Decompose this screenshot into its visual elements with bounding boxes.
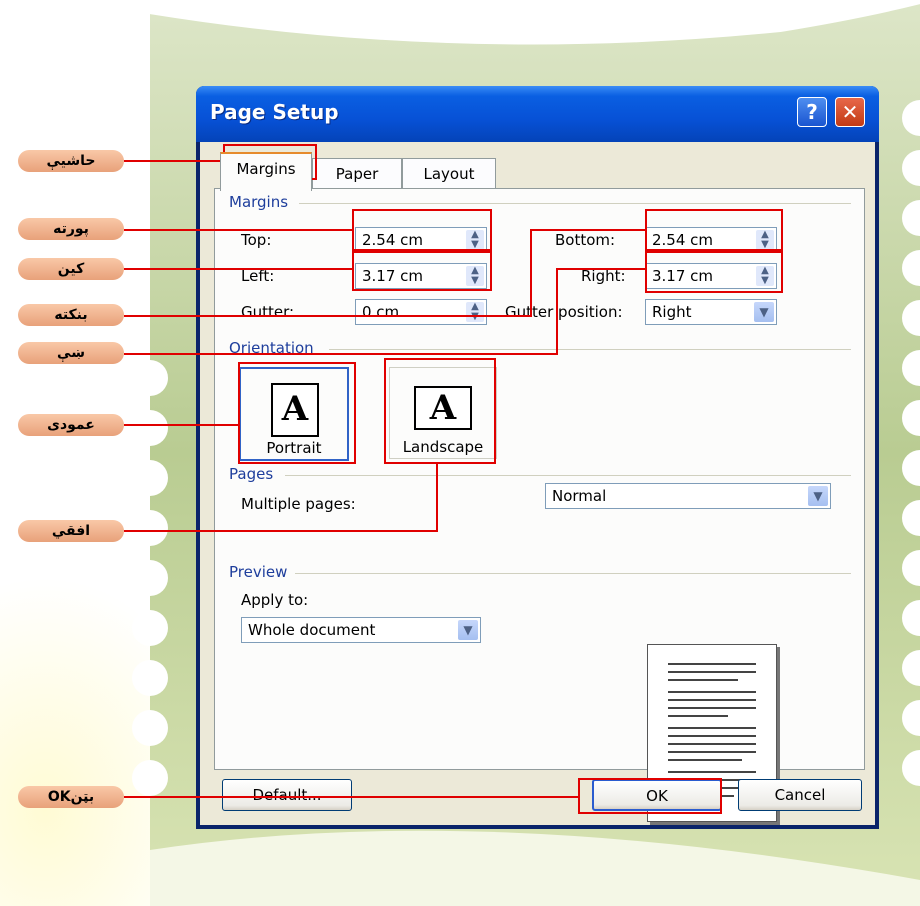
section-divider: [285, 475, 851, 476]
gutter-position-label: Gutter position:: [505, 303, 623, 321]
dialog-title: Page Setup: [210, 100, 339, 124]
highlight-left: [352, 251, 492, 291]
multiple-pages-label: Multiple pages:: [241, 495, 356, 513]
highlight-landscape: [384, 358, 496, 464]
gutter-label: Gutter:: [241, 303, 295, 321]
preview-line: [668, 727, 756, 729]
callout-landscape: افقي: [18, 520, 124, 542]
highlight-portrait: [238, 362, 356, 464]
gutter-value[interactable]: 0 cm: [362, 303, 399, 321]
leader-line: [124, 530, 438, 532]
default-button[interactable]: Default...: [222, 779, 352, 811]
preview-line: [668, 679, 738, 681]
preview-line: [668, 663, 756, 665]
chevron-down-icon[interactable]: ▼: [458, 620, 478, 640]
chevron-down-icon[interactable]: ▼: [808, 486, 828, 506]
leader-line: [530, 229, 646, 231]
tab-paper[interactable]: Paper: [312, 158, 402, 189]
callout-left: کین: [18, 258, 124, 280]
preview-line: [668, 707, 756, 709]
preview-line: [668, 759, 742, 761]
leader-line: [436, 464, 438, 532]
callout-gutter: بنکته: [18, 304, 124, 326]
callout-right: ښې: [18, 342, 124, 364]
section-divider: [329, 349, 851, 350]
apply-to-label: Apply to:: [241, 591, 309, 609]
help-button[interactable]: ?: [797, 97, 827, 127]
leader-line: [124, 796, 578, 798]
pages-section-title: Pages: [229, 465, 274, 483]
title-bar[interactable]: Page Setup ? ✕: [196, 86, 879, 142]
highlight-top: [352, 209, 492, 251]
leader-line: [530, 229, 532, 317]
leader-line: [556, 268, 558, 355]
gutter-position-value[interactable]: Right: [652, 303, 692, 321]
leader-line: [124, 424, 238, 426]
preview-line: [668, 715, 728, 717]
callout-top: پورته: [18, 218, 124, 240]
close-button[interactable]: ✕: [835, 97, 865, 127]
preview-line: [668, 751, 756, 753]
preview-line: [668, 699, 756, 701]
leader-line: [556, 268, 646, 270]
leader-line: [124, 268, 352, 270]
margins-section-title: Margins: [229, 193, 289, 211]
preview-line: [668, 743, 756, 745]
callout-portrait: عمودی: [18, 414, 124, 436]
tab-margins[interactable]: Margins: [220, 152, 312, 191]
cancel-button[interactable]: Cancel: [738, 779, 862, 811]
highlight-ok: [578, 778, 722, 814]
apply-to-value[interactable]: Whole document: [248, 621, 375, 639]
preview-line: [668, 671, 756, 673]
highlight-right: [645, 251, 783, 293]
section-divider: [295, 573, 851, 574]
apply-to-select[interactable]: Whole document ▼: [241, 617, 481, 643]
leader-line: [124, 353, 556, 355]
preview-line: [668, 771, 756, 773]
preview-section-title: Preview: [229, 563, 288, 581]
preview-line: [668, 691, 756, 693]
multiple-pages-value[interactable]: Normal: [552, 487, 606, 505]
top-label: Top:: [241, 231, 272, 249]
section-divider: [299, 203, 851, 204]
chevron-down-icon[interactable]: ▼: [754, 302, 774, 322]
tab-layout[interactable]: Layout: [402, 158, 496, 189]
spin-arrows-icon[interactable]: ▲▼: [466, 302, 484, 322]
preview-line: [668, 735, 756, 737]
leader-line: [124, 315, 530, 317]
multiple-pages-select[interactable]: Normal ▼: [545, 483, 831, 509]
callout-margins-tab: حاشیې: [18, 150, 124, 172]
gutter-spinner[interactable]: 0 cm ▲▼: [355, 299, 487, 325]
bottom-label: Bottom:: [555, 231, 616, 249]
callout-ok: OKبټن: [18, 786, 124, 808]
leader-line: [124, 160, 224, 162]
highlight-bottom: [645, 209, 783, 251]
leader-line: [124, 229, 352, 231]
gutter-position-select[interactable]: Right ▼: [645, 299, 777, 325]
